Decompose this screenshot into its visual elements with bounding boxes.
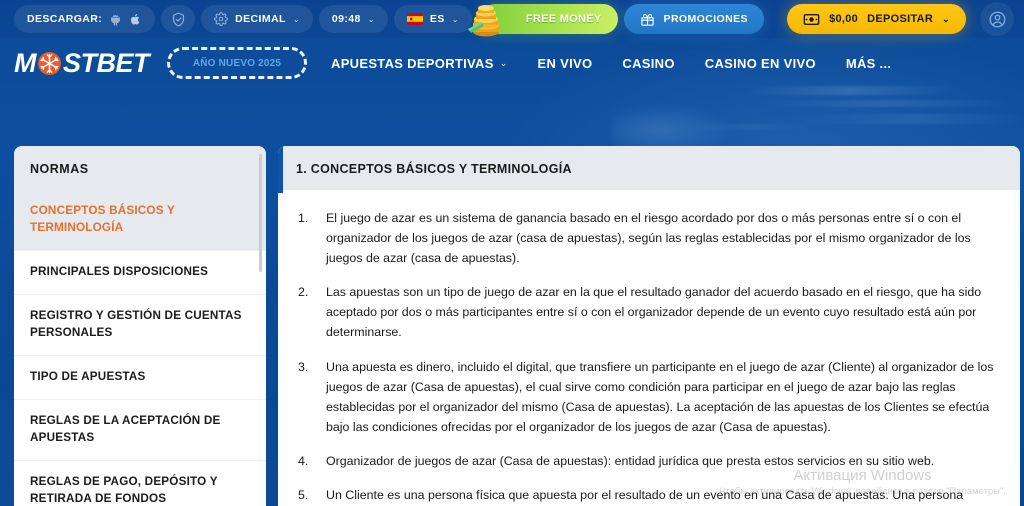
spain-flag-icon — [406, 13, 423, 25]
list-item: Una apuesta es dinero, incluido el digit… — [298, 357, 994, 434]
list-item: Un Cliente es una persona física que apu… — [298, 485, 964, 505]
download-apps-group[interactable]: DESCARGAR: — [14, 5, 156, 33]
list-item: Organizador de juegos de azar (Casa de a… — [298, 451, 935, 471]
nav-item-label: APUESTAS DEPORTIVAS — [331, 55, 494, 71]
list-item: El juego de azar es un sistema de gananc… — [298, 208, 971, 266]
nav-item-label: CASINO — [622, 55, 675, 71]
nav-item-label: CASINO EN VIVO — [704, 55, 816, 71]
deposit-button[interactable]: $0,00 DEPOSITAR ⌄ — [787, 4, 966, 34]
coin-stack-icon — [462, 0, 518, 39]
sidebar-item-tipo-de-apuestas[interactable]: TIPO DE APUESTAS — [14, 356, 266, 400]
new-year-badge[interactable]: AÑO NUEVO 2025 — [167, 47, 308, 79]
chevron-down-icon: ⌄ — [451, 14, 459, 24]
sidebar-item-registro-gestion-cuentas[interactable]: REGISTRO Y GESTIÓN DE CUENTAS PERSONALES — [14, 295, 266, 356]
sidebar-scrollbar-thumb[interactable] — [259, 154, 262, 272]
nav-item-casino-en-vivo[interactable]: CASINO EN VIVO — [705, 56, 816, 71]
sidebar-title: NORMAS — [14, 146, 266, 190]
android-icon[interactable] — [109, 13, 122, 26]
download-label: DESCARGAR: — [27, 13, 103, 25]
nav-item-en-vivo[interactable]: EN VIVO — [538, 56, 593, 71]
free-money-button[interactable]: FREE MONEY — [467, 4, 618, 37]
shield-check-icon — [170, 11, 187, 28]
deposit-label: DEPOSITAR — [867, 13, 934, 25]
apple-icon[interactable] — [129, 13, 142, 26]
sidebar-list: CONCEPTOS BÁSICOS Y TERMINOLOGÍA PRINCIP… — [14, 190, 266, 506]
account-button[interactable] — [980, 2, 1014, 36]
banknote-icon — [803, 13, 820, 26]
page-title: 1. CONCEPTOS BÁSICOS Y TERMINOLOGÍA — [278, 146, 1020, 190]
nav-item-casino[interactable]: CASINO — [622, 56, 674, 71]
odds-format-selector[interactable]: DECIMAL ⌄ — [201, 5, 313, 33]
gift-icon — [640, 12, 655, 27]
panel-accent-bar — [278, 146, 283, 193]
chevron-down-icon: ⌄ — [499, 57, 508, 68]
background-streak — [797, 114, 1024, 124]
nav-item-apuestas-deportivas[interactable]: APUESTAS DEPORTIVAS ⌄ — [331, 56, 508, 71]
rules-sidebar: NORMAS CONCEPTOS BÁSICOS Y TERMINOLOGÍA … — [14, 146, 266, 506]
top-utility-bar: DESCARGAR: DECIMAL ⌄ 09:48 ⌄ ES ⌄ FREE M… — [0, 0, 1024, 38]
language-value: ES — [429, 13, 445, 25]
balance-amount: $0,00 — [829, 13, 859, 25]
language-selector[interactable]: ES ⌄ — [393, 5, 472, 33]
security-shield-button[interactable] — [161, 5, 196, 33]
logo-text-after: STBET — [63, 47, 150, 78]
site-logo[interactable]: M STBET — [14, 47, 150, 79]
free-money-label: FREE MONEY — [525, 13, 602, 25]
list-item: Las apuestas son un tipo de juego de aza… — [298, 282, 982, 340]
sidebar-item-conceptos-basicos[interactable]: CONCEPTOS BÁSICOS Y TERMINOLOGÍA — [14, 190, 266, 251]
background-streak — [688, 124, 812, 130]
odds-format-value: DECIMAL — [235, 13, 286, 25]
logo-text-before: M — [14, 47, 37, 78]
rules-panel: 1. CONCEPTOS BÁSICOS Y TERMINOLOGÍA El j… — [278, 146, 1020, 506]
nav-item-label: EN VIVO — [537, 55, 593, 71]
background-streak — [758, 100, 1012, 107]
rules-list: El juego de azar es un sistema de gananc… — [290, 208, 994, 506]
chevron-down-icon: ⌄ — [292, 14, 300, 24]
promotions-button[interactable]: PROMOCIONES — [623, 4, 764, 34]
chevron-down-icon: ⌄ — [942, 13, 950, 24]
promotions-label: PROMOCIONES — [663, 13, 748, 25]
main-navigation: M STBET AÑO NUEVO 2025 APUESTAS DEPORTIV… — [0, 38, 1024, 88]
nav-items: APUESTAS DEPORTIVAS ⌄ EN VIVO CASINO CAS… — [331, 56, 891, 71]
sidebar-item-reglas-pago-deposito[interactable]: REGLAS DE PAGO, DEPÓSITO Y RETIRADA DE F… — [14, 461, 266, 506]
sidebar-item-reglas-aceptacion-apuestas[interactable]: REGLAS DE LA ACEPTACIÓN DE APUESTAS — [14, 400, 266, 461]
gear-icon — [214, 12, 228, 26]
chevron-down-icon: ⌄ — [367, 14, 375, 24]
sidebar-item-principales-disposiciones[interactable]: PRINCIPALES DISPOSICIONES — [14, 251, 266, 295]
nav-item-label: MÁS ... — [845, 55, 892, 71]
rules-body: El juego de azar es un sistema de gananc… — [278, 190, 1020, 506]
snowflake-icon — [37, 51, 62, 76]
nav-item-mas[interactable]: MÁS ... — [846, 56, 891, 71]
content-area: NORMAS CONCEPTOS BÁSICOS Y TERMINOLOGÍA … — [14, 146, 1020, 506]
user-circle-icon — [988, 10, 1007, 29]
clock-value: 09:48 — [331, 13, 361, 25]
clock-selector[interactable]: 09:48 ⌄ — [318, 5, 388, 33]
new-year-badge-label: AÑO NUEVO 2025 — [192, 57, 282, 69]
